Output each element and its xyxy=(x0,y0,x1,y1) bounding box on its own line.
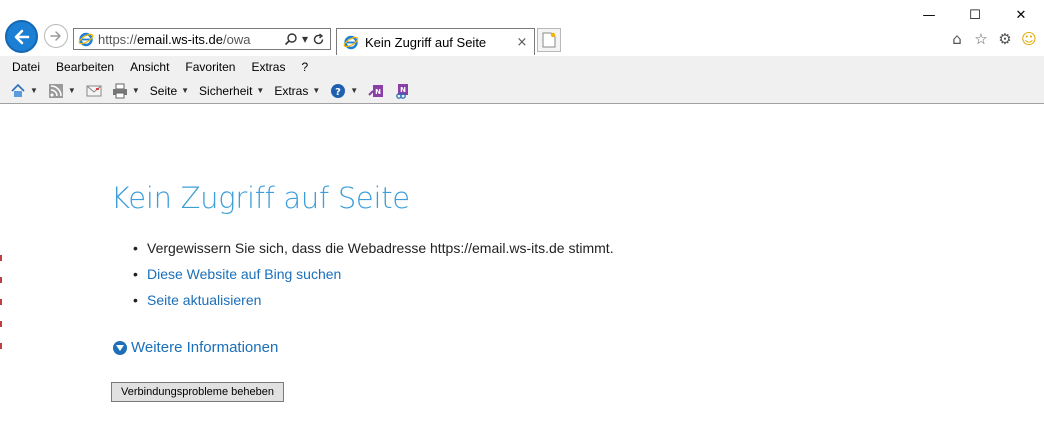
extras-command-label: Extras xyxy=(274,83,309,98)
tab-close-icon[interactable]: × xyxy=(514,35,530,50)
print-caret-icon[interactable]: ▼ xyxy=(132,86,140,95)
svg-text:N: N xyxy=(400,86,406,94)
suggestion-list: Vergewissern Sie sich, dass die Webadres… xyxy=(133,239,614,317)
url-host: email.ws-its.de xyxy=(137,31,223,47)
search-icon[interactable] xyxy=(284,32,298,46)
mail-command[interactable] xyxy=(86,83,102,99)
sicherheit-caret-icon: ▼ xyxy=(256,86,265,95)
page-title: Kein Zugriff auf Seite xyxy=(111,181,410,215)
command-bar: ▼ ▼ ▼ Seite ▼ Sicherheit ▼ Extras ▼ ? ▼ … xyxy=(0,78,1044,104)
menu-bar: Datei Bearbeiten Ansicht Favoriten Extra… xyxy=(0,56,1044,78)
menu-datei[interactable]: Datei xyxy=(12,60,40,74)
arrow-right-icon xyxy=(50,31,61,41)
help-command[interactable]: ? ▼ xyxy=(330,83,358,99)
url-path: /owa xyxy=(223,31,251,47)
seite-caret-icon: ▼ xyxy=(181,86,190,95)
rss-icon xyxy=(48,83,63,98)
seite-menu[interactable]: Seite ▼ xyxy=(150,84,189,98)
fix-connection-button[interactable]: Verbindungsprobleme beheben xyxy=(111,382,284,402)
forward-button[interactable] xyxy=(44,24,68,48)
svg-text:?: ? xyxy=(335,87,341,98)
gear-icon[interactable]: ⚙ xyxy=(996,30,1014,48)
feeds-caret-icon[interactable]: ▼ xyxy=(68,86,76,95)
home-command[interactable]: ▼ xyxy=(10,83,38,99)
printer-icon xyxy=(112,83,127,98)
ie-tab-icon xyxy=(343,35,359,50)
onenote-linked-icon: N xyxy=(396,83,409,99)
edge-mark xyxy=(0,255,2,261)
menu-help[interactable]: ? xyxy=(301,60,308,74)
feeds-command[interactable]: ▼ xyxy=(48,83,76,99)
address-bar[interactable]: https://email.ws-its.de/owa ▾ xyxy=(73,28,331,50)
sicherheit-label: Sicherheit xyxy=(199,83,253,98)
onenote-linked-command[interactable]: N xyxy=(394,83,410,99)
close-window-button[interactable]: ✕ xyxy=(998,0,1044,30)
tab-active[interactable]: Kein Zugriff auf Seite × xyxy=(336,28,535,55)
home-command-icon xyxy=(11,83,25,97)
window-controls: — ☐ ✕ xyxy=(906,0,1044,30)
tab-title: Kein Zugriff auf Seite xyxy=(365,34,487,50)
new-tab-icon xyxy=(542,32,556,48)
extras-command-menu[interactable]: Extras ▼ xyxy=(274,84,320,98)
seite-label: Seite xyxy=(149,83,178,98)
onenote-icon: N xyxy=(368,84,384,97)
browser-top-bar: https://email.ws-its.de/owa ▾ Kein Zugri… xyxy=(0,0,1044,56)
more-info-toggle[interactable]: Weitere Informationen xyxy=(113,339,278,356)
maximize-button[interactable]: ☐ xyxy=(952,0,998,30)
page-content: Kein Zugriff auf Seite Vergewissern Sie … xyxy=(0,105,1044,440)
star-icon[interactable]: ☆ xyxy=(972,30,990,48)
menu-ansicht[interactable]: Ansicht xyxy=(130,60,169,74)
home-caret-icon[interactable]: ▼ xyxy=(30,86,38,95)
url-prefix: https:// xyxy=(98,31,138,47)
sicherheit-menu[interactable]: Sicherheit ▼ xyxy=(199,84,264,98)
print-command[interactable]: ▼ xyxy=(112,83,140,99)
suggestion-check-address: Vergewissern Sie sich, dass die Webadres… xyxy=(133,239,614,265)
refresh-page-link[interactable]: Seite aktualisieren xyxy=(133,291,614,317)
expand-down-icon xyxy=(113,340,127,355)
onenote-command[interactable]: N xyxy=(368,83,384,99)
edge-mark xyxy=(0,277,2,283)
left-edge-marks xyxy=(0,255,2,405)
arrow-left-icon xyxy=(14,29,29,44)
menu-extras[interactable]: Extras xyxy=(251,60,285,74)
refresh-icon[interactable] xyxy=(312,32,325,46)
new-tab-button[interactable] xyxy=(537,28,561,52)
edge-mark xyxy=(0,321,2,327)
ie-icon xyxy=(78,32,94,47)
dropdown-caret-icon[interactable]: ▾ xyxy=(302,32,308,46)
menu-favoriten[interactable]: Favoriten xyxy=(185,60,235,74)
smiley-icon[interactable]: ☺ xyxy=(1020,30,1038,48)
search-bing-link[interactable]: Diese Website auf Bing suchen xyxy=(133,265,614,291)
svg-text:N: N xyxy=(375,88,381,96)
help-caret-icon[interactable]: ▼ xyxy=(350,86,358,95)
edge-mark xyxy=(0,343,2,349)
minimize-button[interactable]: — xyxy=(906,0,952,30)
address-url[interactable]: https://email.ws-its.de/owa xyxy=(98,32,284,47)
more-info-label: Weitere Informationen xyxy=(131,339,279,356)
menu-bearbeiten[interactable]: Bearbeiten xyxy=(56,60,114,74)
edge-mark xyxy=(0,299,2,305)
browser-right-icons: ⌂ ☆ ⚙ ☺ xyxy=(948,30,1038,48)
help-icon: ? xyxy=(331,83,346,98)
mail-icon xyxy=(86,85,102,96)
home-icon[interactable]: ⌂ xyxy=(948,30,966,48)
extras-caret-icon: ▼ xyxy=(312,86,321,95)
back-button[interactable] xyxy=(5,20,38,53)
